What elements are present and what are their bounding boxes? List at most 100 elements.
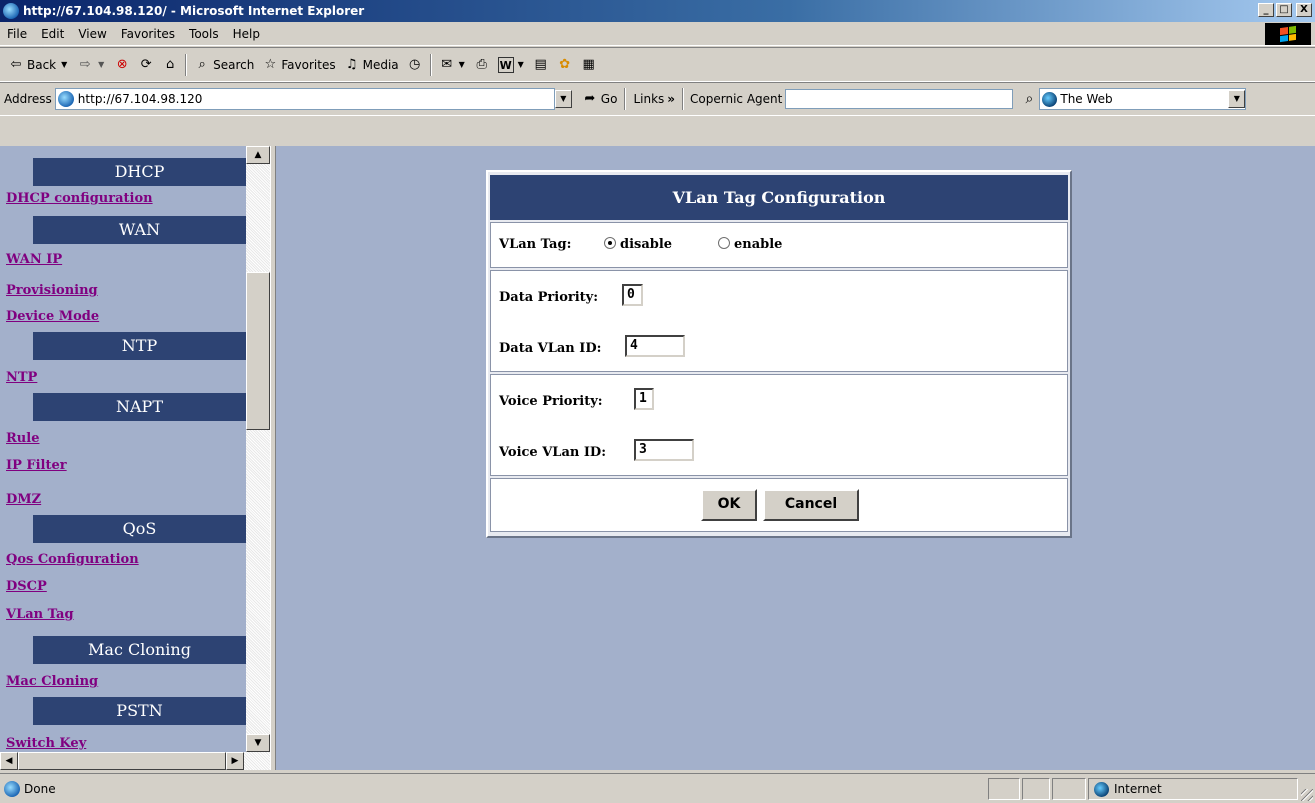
- voice-priority-label: Voice Priority:: [499, 394, 603, 409]
- address-row: Address http://67.104.98.120 ▼ ➦ Go Link…: [0, 82, 1315, 116]
- star-icon: ☆: [264, 56, 277, 72]
- chevron-down-icon: ▼: [61, 59, 68, 69]
- resize-grip[interactable]: [1301, 789, 1313, 801]
- menu-help[interactable]: Help: [226, 27, 267, 41]
- globe-icon: [1094, 781, 1109, 797]
- printer-icon: ⎙: [476, 56, 487, 72]
- stop-button[interactable]: ⊗: [110, 57, 134, 73]
- page-icon: [57, 91, 74, 107]
- window-title-bar: http://67.104.98.120/ - Microsoft Intern…: [0, 0, 1315, 22]
- back-label: Back: [27, 57, 57, 72]
- nav-menu: DHCP DHCP configuration WAN WAN IP Provi…: [0, 146, 246, 752]
- stop-icon: ⊗: [116, 56, 128, 72]
- chevron-down-icon: ▼: [98, 59, 105, 69]
- enable-radio[interactable]: [718, 237, 730, 249]
- minimize-button[interactable]: _: [1258, 3, 1274, 17]
- nav-link-device-mode[interactable]: Device Mode: [6, 309, 99, 324]
- media-button[interactable]: ♫ Media: [340, 57, 403, 73]
- nav-header-pstn: PSTN: [33, 697, 246, 725]
- data-vlan-id-input[interactable]: 4: [625, 335, 685, 357]
- cancel-button[interactable]: Cancel: [763, 489, 859, 521]
- vertical-scrollbar[interactable]: ▲ ▼: [246, 146, 270, 752]
- nav-link-mac-cloning[interactable]: Mac Cloning: [6, 674, 98, 689]
- favorites-button[interactable]: ☆ Favorites: [258, 57, 339, 73]
- address-field[interactable]: http://67.104.98.120: [54, 88, 555, 110]
- search-icon[interactable]: ⌕: [1019, 91, 1039, 107]
- nav-link-vlan-tag[interactable]: VLan Tag: [6, 607, 74, 622]
- left-nav-frame: DHCP DHCP configuration WAN WAN IP Provi…: [0, 146, 270, 770]
- go-label: Go: [600, 92, 618, 106]
- security-zone: Internet: [1088, 778, 1298, 800]
- separator: [682, 88, 685, 110]
- nav-link-qos-configuration[interactable]: Qos Configuration: [6, 552, 139, 567]
- data-settings-row: Data Priority: 0 Data VLan ID: 4: [490, 270, 1068, 372]
- nav-link-dhcp-configuration[interactable]: DHCP configuration: [6, 191, 153, 206]
- discuss-button[interactable]: ▤: [529, 57, 553, 73]
- horizontal-scrollbar[interactable]: ◀ ▶: [0, 752, 270, 770]
- scroll-down-button[interactable]: ▼: [246, 734, 270, 752]
- nav-link-dmz[interactable]: DMZ: [6, 492, 41, 507]
- scroll-up-button[interactable]: ▲: [246, 146, 270, 164]
- messenger-button[interactable]: ✿: [553, 57, 577, 73]
- search-button[interactable]: ⌕ Search: [190, 57, 258, 73]
- nav-link-ip-filter[interactable]: IP Filter: [6, 458, 67, 473]
- scroll-thumb[interactable]: [246, 272, 270, 430]
- nav-link-rule[interactable]: Rule: [6, 431, 39, 446]
- menu-favorites[interactable]: Favorites: [114, 27, 182, 41]
- history-button[interactable]: ◷: [403, 57, 427, 73]
- main-content-frame: VLan Tag Configuration VLan Tag: disable…: [276, 146, 1315, 770]
- voice-vlan-id-input[interactable]: 3: [634, 439, 694, 461]
- edit-word-button[interactable]: W ▼: [494, 56, 529, 73]
- address-dropdown-button[interactable]: ▼: [554, 90, 572, 108]
- nav-link-wan-ip[interactable]: WAN IP: [6, 252, 62, 267]
- voice-settings-row: Voice Priority: 1 Voice VLan ID: 3: [490, 374, 1068, 476]
- nav-link-dscp[interactable]: DSCP: [6, 579, 47, 594]
- history-icon: ◷: [408, 56, 421, 72]
- menu-tools[interactable]: Tools: [182, 27, 226, 41]
- media-label: Media: [362, 57, 399, 72]
- links-button[interactable]: Links »: [629, 92, 679, 106]
- ok-button[interactable]: OK: [701, 489, 757, 521]
- links-label: Links: [633, 92, 665, 106]
- links-chevron: »: [667, 92, 676, 106]
- disable-radio[interactable]: [604, 237, 616, 249]
- copernic-label: Copernic Agent: [690, 92, 783, 106]
- nav-header-wan: WAN: [33, 216, 246, 244]
- back-button[interactable]: ⇦ Back ▼: [4, 57, 73, 73]
- menu-view[interactable]: View: [71, 27, 113, 41]
- voice-vlan-id-label: Voice VLan ID:: [499, 445, 606, 460]
- scroll-left-button[interactable]: ◀: [0, 752, 18, 770]
- data-priority-label: Data Priority:: [499, 290, 599, 305]
- nav-link-switch-key[interactable]: Switch Key: [6, 736, 86, 751]
- home-button[interactable]: ⌂: [158, 57, 182, 73]
- home-icon: ⌂: [166, 56, 175, 72]
- scroll-right-button[interactable]: ▶: [226, 752, 244, 770]
- close-button[interactable]: X: [1296, 3, 1312, 17]
- research-button[interactable]: ▦: [577, 57, 601, 73]
- menu-edit[interactable]: Edit: [34, 27, 71, 41]
- mail-button[interactable]: ✉ ▼: [435, 57, 470, 73]
- window-controls: _ □ X: [1258, 3, 1312, 17]
- maximize-button[interactable]: □: [1276, 3, 1292, 17]
- vlan-tag-label: VLan Tag:: [499, 237, 572, 252]
- web-scope-select[interactable]: The Web ▼: [1039, 88, 1247, 110]
- page-done-icon: [4, 780, 20, 797]
- chevron-down-icon: ▼: [458, 59, 465, 69]
- voice-priority-input[interactable]: 1: [634, 388, 654, 410]
- print-button[interactable]: ⎙: [470, 57, 494, 73]
- refresh-button[interactable]: ⟳: [134, 57, 158, 73]
- search-label: Search: [213, 57, 255, 72]
- go-button[interactable]: ➦ Go: [578, 91, 622, 107]
- windows-flag-icon: [1280, 25, 1296, 43]
- page-icon: ▤: [534, 56, 547, 72]
- copernic-search-input[interactable]: [785, 89, 1014, 109]
- horizontal-scroll-thumb[interactable]: [18, 752, 226, 770]
- forward-button[interactable]: ⇨ ▼: [73, 57, 110, 73]
- buttons-row: OK Cancel: [490, 478, 1068, 532]
- nav-link-provisioning[interactable]: Provisioning: [6, 283, 98, 298]
- menu-file[interactable]: File: [0, 27, 34, 41]
- data-priority-input[interactable]: 0: [622, 284, 643, 306]
- status-panel: [1052, 778, 1086, 800]
- nav-link-ntp[interactable]: NTP: [6, 370, 37, 385]
- word-icon: W: [497, 56, 514, 73]
